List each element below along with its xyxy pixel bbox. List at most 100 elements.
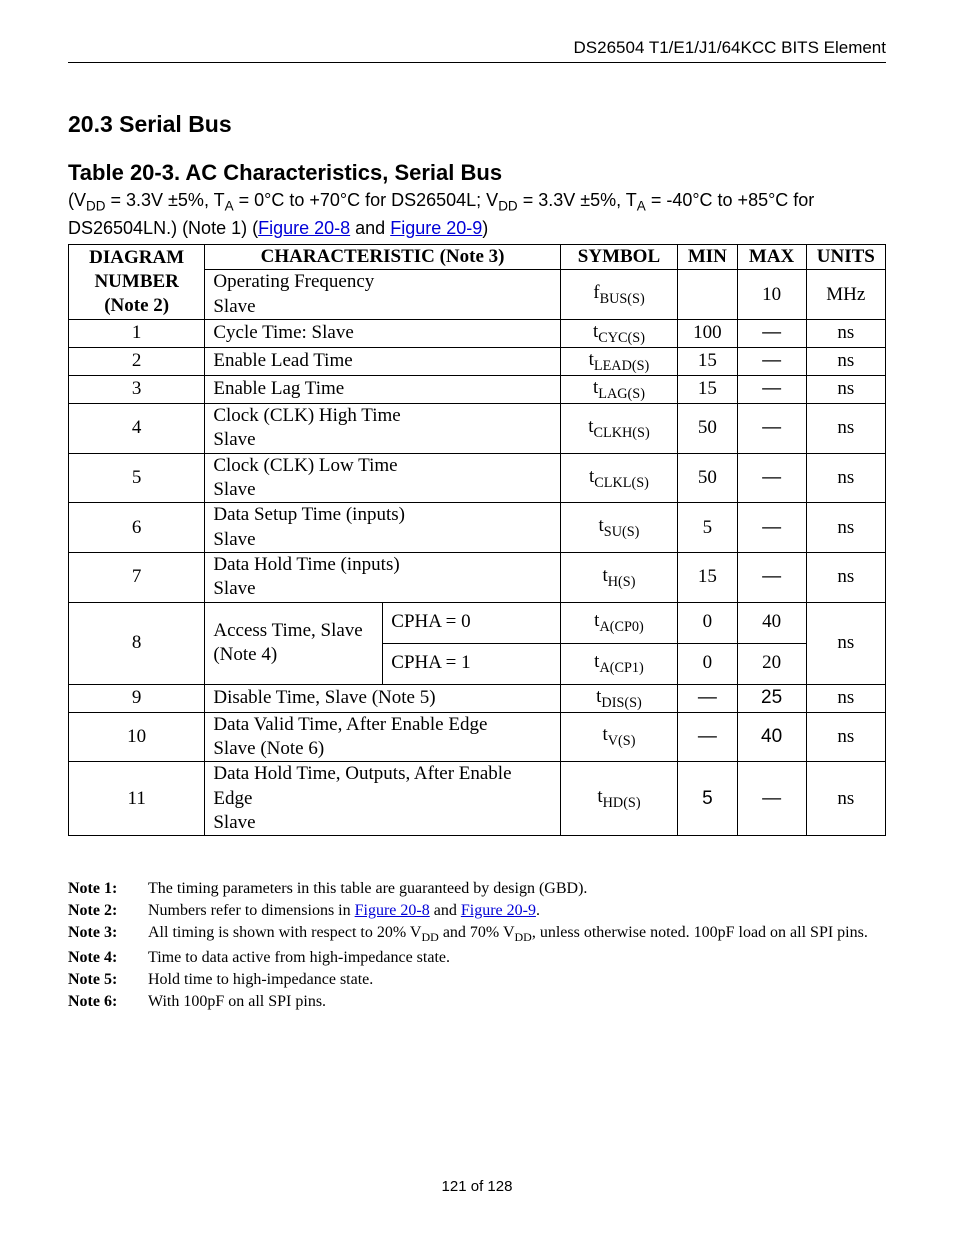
table-cell: ns <box>806 602 885 684</box>
table-row: 6Data Setup Time (inputs)SlavetSU(S)5—ns <box>69 503 886 553</box>
table-cell: — <box>678 712 737 762</box>
table-cell: — <box>678 684 737 712</box>
table-conditions: (VDD = 3.3V ±5%, TA = 0°C to +70°C for D… <box>68 188 886 240</box>
table-title: Table 20-3. AC Characteristics, Serial B… <box>68 160 886 186</box>
note-row: Note 4:Time to data active from high-imp… <box>68 949 886 967</box>
table-cell: — <box>737 453 806 503</box>
table-cell: 2 <box>69 348 205 376</box>
table-row: 3Enable Lag TimetLAG(S)15—ns <box>69 376 886 404</box>
table-cell: 10 <box>69 712 205 762</box>
table-cell: MHz <box>806 270 885 320</box>
table-cell: CPHA = 1 <box>383 643 561 684</box>
note-label: Note 1: <box>68 880 148 898</box>
note-label: Note 2: <box>68 902 148 920</box>
note-label: Note 6: <box>68 993 148 1011</box>
table-cell: 5 <box>69 453 205 503</box>
note-text: With 100pF on all SPI pins. <box>148 993 886 1011</box>
table-cell: ns <box>806 348 885 376</box>
table-cell: ns <box>806 503 885 553</box>
page-footer: 121 of 128 <box>0 1178 954 1195</box>
table-cell: 50 <box>678 453 737 503</box>
note-text: Hold time to high-impedance state. <box>148 971 886 989</box>
table-cell: 15 <box>678 553 737 603</box>
table-cell: — <box>737 503 806 553</box>
table-cell: Operating FrequencySlave <box>205 270 560 320</box>
table-cell: 25 <box>737 684 806 712</box>
table-cell: 100 <box>678 320 737 348</box>
table-cell: Disable Time, Slave (Note 5) <box>205 684 560 712</box>
table-cell: 50 <box>678 404 737 454</box>
table-cell: Enable Lead Time <box>205 348 560 376</box>
table-cell: 10 <box>737 270 806 320</box>
table-cell: ns <box>806 712 885 762</box>
note-text: Numbers refer to dimensions in Figure 20… <box>148 902 886 920</box>
table-cell: 40 <box>737 712 806 762</box>
table-cell: 6 <box>69 503 205 553</box>
table-cell: tDIS(S) <box>560 684 677 712</box>
table-cell: 9 <box>69 684 205 712</box>
table-cell: CPHA = 0 <box>383 602 561 643</box>
table-cell: 1 <box>69 320 205 348</box>
table-cell: ns <box>806 553 885 603</box>
note-label: Note 5: <box>68 971 148 989</box>
conditions-close: ) <box>482 218 488 238</box>
page: DS26504 T1/E1/J1/64KCC BITS Element 20.3… <box>0 0 954 1235</box>
table-cell: 40 <box>737 602 806 643</box>
table-cell: 4 <box>69 404 205 454</box>
table-cell: 5 <box>678 503 737 553</box>
table-row: 2Enable Lead TimetLEAD(S)15—ns <box>69 348 886 376</box>
table-row: 7Data Hold Time (inputs)SlavetH(S)15—ns <box>69 553 886 603</box>
table-cell: tCYC(S) <box>560 320 677 348</box>
col-symbol: SYMBOL <box>560 245 677 270</box>
table-cell: 11 <box>69 762 205 836</box>
table-cell: tCLKH(S) <box>560 404 677 454</box>
table-cell: — <box>737 348 806 376</box>
col-min: MIN <box>678 245 737 270</box>
table-row: 9Disable Time, Slave (Note 5)tDIS(S)—25n… <box>69 684 886 712</box>
table-cell: Data Setup Time (inputs)Slave <box>205 503 560 553</box>
spec-table: DIAGRAMNUMBER(Note 2)CHARACTERISTIC (Not… <box>68 244 886 836</box>
table-cell: Data Hold Time, Outputs, After Enable Ed… <box>205 762 560 836</box>
table-cell: 5 <box>678 762 737 836</box>
table-cell: ns <box>806 453 885 503</box>
table-cell: tHD(S) <box>560 762 677 836</box>
table-row: 10Data Valid Time, After Enable EdgeSlav… <box>69 712 886 762</box>
table-cell: — <box>737 376 806 404</box>
table-cell: Cycle Time: Slave <box>205 320 560 348</box>
table-row: 1Cycle Time: SlavetCYC(S)100—ns <box>69 320 886 348</box>
figure-link-20-8[interactable]: Figure 20-8 <box>258 218 350 238</box>
table-cell: 15 <box>678 376 737 404</box>
table-cell: ns <box>806 762 885 836</box>
note-row: Note 5:Hold time to high-impedance state… <box>68 971 886 989</box>
col-max: MAX <box>737 245 806 270</box>
table-cell: 15 <box>678 348 737 376</box>
table-row: 4Clock (CLK) High TimeSlavetCLKH(S)50—ns <box>69 404 886 454</box>
table-cell: Enable Lag Time <box>205 376 560 404</box>
table-cell: — <box>737 762 806 836</box>
table-cell: 0 <box>678 643 737 684</box>
table-cell: tSU(S) <box>560 503 677 553</box>
table-cell: fBUS(S) <box>560 270 677 320</box>
table-cell: tA(CP1) <box>560 643 677 684</box>
table-header-row: DIAGRAMNUMBER(Note 2)CHARACTERISTIC (Not… <box>69 245 886 270</box>
table-row: 5Clock (CLK) Low TimeSlavetCLKL(S)50—ns <box>69 453 886 503</box>
table-cell: tH(S) <box>560 553 677 603</box>
table-cell: tLAG(S) <box>560 376 677 404</box>
note-text: All timing is shown with respect to 20% … <box>148 924 886 945</box>
note-row: Note 2:Numbers refer to dimensions in Fi… <box>68 902 886 920</box>
notes-block: Note 1:The timing parameters in this tab… <box>68 880 886 1011</box>
table-cell: Data Valid Time, After Enable EdgeSlave … <box>205 712 560 762</box>
table-cell: 7 <box>69 553 205 603</box>
col-characteristic: CHARACTERISTIC (Note 3) <box>205 245 560 270</box>
table-cell: ns <box>806 684 885 712</box>
table-cell: Clock (CLK) High TimeSlave <box>205 404 560 454</box>
table-cell: ns <box>806 404 885 454</box>
table-cell: 8 <box>69 602 205 684</box>
col-diagram: DIAGRAMNUMBER(Note 2) <box>69 245 205 320</box>
table-cell: 0 <box>678 602 737 643</box>
note-row: Note 1:The timing parameters in this tab… <box>68 880 886 898</box>
figure-link-20-9[interactable]: Figure 20-9 <box>390 218 482 238</box>
table-cell: Access Time, Slave(Note 4) <box>205 602 383 684</box>
table-cell: tV(S) <box>560 712 677 762</box>
table-cell: Data Hold Time (inputs)Slave <box>205 553 560 603</box>
